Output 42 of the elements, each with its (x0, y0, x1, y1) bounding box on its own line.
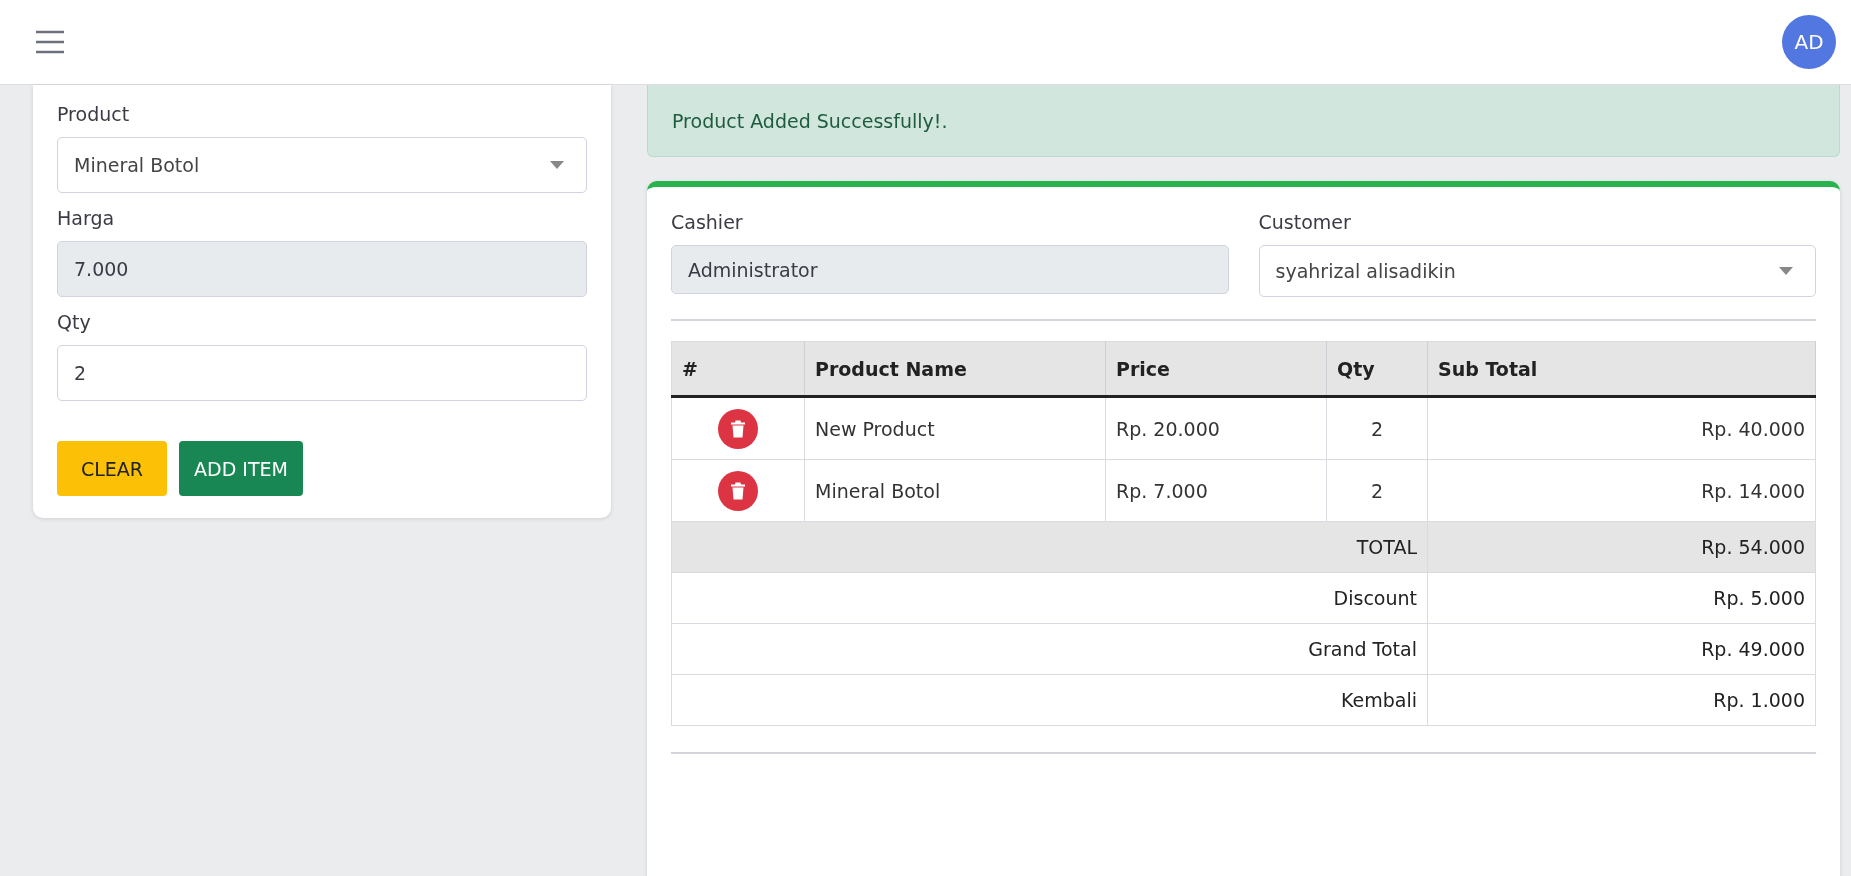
summary-label: Discount (671, 572, 1428, 624)
table-cell: New Product (804, 396, 1106, 460)
table-cell: Rp. 20.000 (1105, 396, 1327, 460)
column-header: # (671, 341, 805, 397)
trash-icon (730, 481, 746, 500)
column-header: Sub Total (1427, 341, 1816, 397)
delete-button[interactable] (718, 408, 758, 449)
summary-label: Kembali (671, 674, 1428, 726)
table-cell: 2 (1326, 396, 1428, 460)
caret-icon (550, 161, 564, 169)
table-cell: 2 (1326, 459, 1428, 522)
column-header: Product Name (804, 341, 1106, 397)
field-label: Qty (57, 311, 92, 333)
summary-label: TOTAL (671, 521, 1428, 573)
table-cell: Rp. 40.000 (1427, 396, 1816, 460)
summary-label: Grand Total (671, 623, 1428, 675)
trash-icon (730, 419, 746, 438)
clear-button[interactable]: CLEAR (57, 441, 167, 496)
product-select[interactable]: Mineral Botol (57, 137, 587, 193)
column-header: Qty (1326, 341, 1428, 397)
caret-icon (1779, 267, 1793, 275)
table-cell: Rp. 7.000 (1105, 459, 1327, 522)
field-label: Cashier (671, 211, 744, 233)
alert-message: Product Added Successfully!. (672, 109, 948, 132)
field-label: Product (57, 103, 131, 125)
summary-value: Rp. 54.000 (1427, 521, 1816, 573)
field-label: Customer (1258, 211, 1352, 233)
delete-button[interactable] (718, 470, 758, 511)
summary-value: Rp. 49.000 (1427, 623, 1816, 675)
add-item-button[interactable]: ADD ITEM (179, 441, 303, 496)
price-field[interactable]: 7.000 (57, 241, 587, 297)
summary-value: Rp. 1.000 (1427, 674, 1816, 726)
column-header: Price (1105, 341, 1327, 397)
summary-value: Rp. 5.000 (1427, 572, 1816, 624)
customer-select[interactable]: syahrizal alisadikin (1258, 245, 1816, 297)
field-label: Harga (57, 207, 116, 229)
table-cell: Rp. 14.000 (1427, 459, 1816, 522)
menu-icon[interactable] (35, 30, 65, 54)
table-cell: Mineral Botol (804, 459, 1106, 522)
user-avatar[interactable]: AD (1782, 15, 1836, 69)
cashier-field[interactable]: Administrator (671, 245, 1229, 294)
qty-input-field[interactable]: 2 (57, 345, 587, 401)
